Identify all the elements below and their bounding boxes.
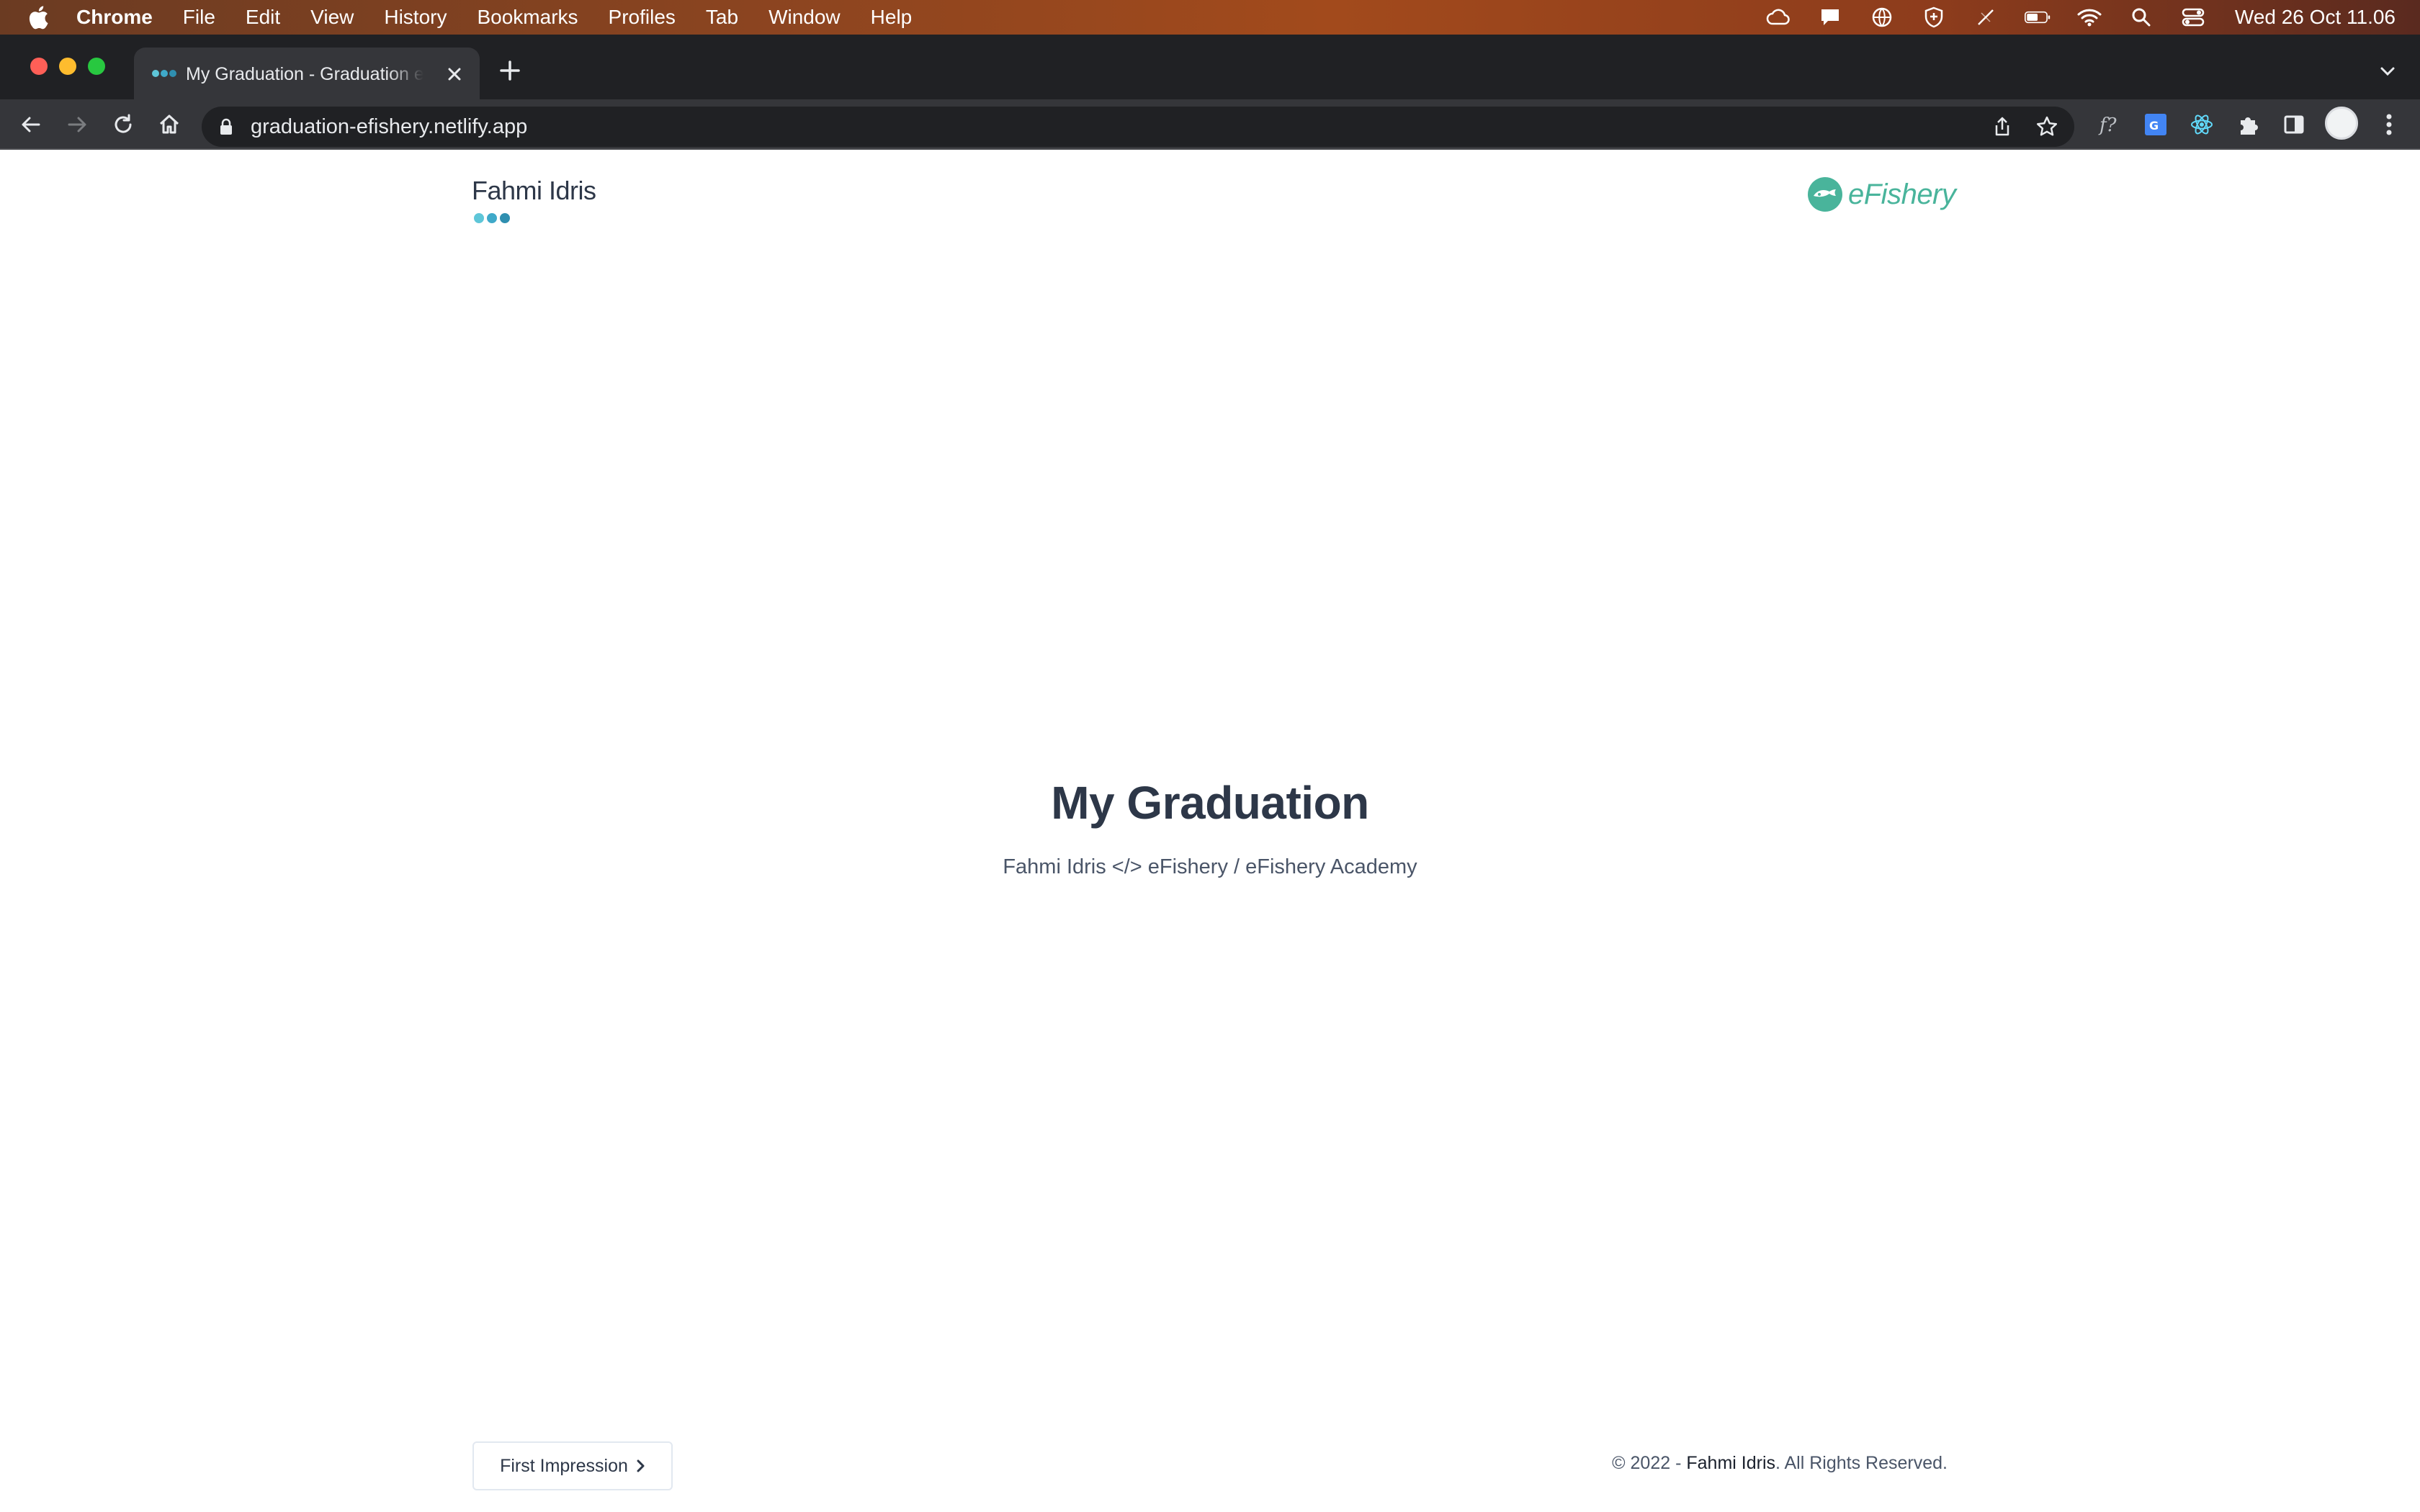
menu-app-name[interactable]: Chrome [76, 6, 153, 29]
lock-icon[interactable] [219, 118, 233, 135]
menu-bookmarks[interactable]: Bookmarks [477, 6, 578, 29]
apple-logo-icon[interactable] [27, 4, 49, 30]
spotlight-search-icon[interactable] [2128, 6, 2154, 28]
react-devtools-icon[interactable] [2187, 109, 2217, 140]
arrow-right-icon [68, 117, 86, 132]
menu-bar-status-area: Wed 26 Oct 11.06 [1739, 0, 2396, 35]
menu-edit[interactable]: Edit [246, 6, 280, 29]
menu-file[interactable]: File [183, 6, 215, 29]
site-favicon-icon [152, 70, 176, 77]
svg-text:G: G [2149, 119, 2159, 132]
first-impression-button[interactable]: First Impression [472, 1441, 673, 1490]
copyright-prefix: © 2022 - [1612, 1453, 1687, 1473]
tab-close-icon[interactable] [444, 63, 465, 85]
address-bar-url[interactable]: graduation-efishery.netlify.app [251, 107, 527, 147]
address-bar[interactable]: graduation-efishery.netlify.app [202, 107, 2074, 147]
home-button[interactable] [156, 111, 183, 138]
tab-title: My Graduation - Graduation eFishery [186, 64, 424, 84]
efishery-logo: eFishery [1806, 176, 1956, 213]
menu-tab[interactable]: Tab [706, 6, 738, 29]
share-icon[interactable] [1991, 115, 2014, 138]
window-close-button[interactable] [30, 58, 48, 75]
browser-tab-active[interactable]: My Graduation - Graduation eFishery [134, 48, 480, 99]
forward-button[interactable] [63, 111, 91, 138]
wifi-icon[interactable] [2076, 6, 2102, 28]
chevron-right-icon [637, 1459, 645, 1472]
efishery-fish-logo-icon [1808, 177, 1842, 212]
vpn-globe-icon[interactable] [1869, 6, 1895, 28]
creative-cloud-icon[interactable] [1765, 6, 1791, 28]
tab-search-chevron-down-icon[interactable] [2377, 60, 2398, 82]
bookmark-star-icon[interactable] [2035, 115, 2058, 138]
extensions-puzzle-icon[interactable] [2233, 109, 2263, 140]
first-impression-label: First Impression [500, 1455, 628, 1476]
copyright-notice: © 2022 - Fahmi Idris. All Rights Reserve… [1612, 1453, 1948, 1474]
back-button[interactable] [17, 111, 45, 138]
arrow-left-icon [22, 117, 40, 132]
more-menu-icon[interactable] [2377, 111, 2401, 138]
page-title: My Graduation [1051, 777, 1369, 829]
web-page: Fahmi Idris eFishery My Graduation Fahmi… [0, 150, 2420, 1512]
battery-icon[interactable] [2024, 6, 2051, 28]
menu-profiles[interactable]: Profiles [609, 6, 676, 29]
new-tab-plus-icon[interactable] [497, 58, 523, 84]
side-panel-icon[interactable] [2279, 109, 2309, 140]
shield-icon[interactable] [1921, 6, 1947, 28]
menu-bar-clock[interactable]: Wed 26 Oct 11.06 [2235, 6, 2396, 29]
brand-dots-icon [474, 213, 510, 223]
macos-menu-bar: Chrome File Edit View History Bookmarks … [0, 0, 2420, 35]
brand-name: Fahmi Idris [472, 176, 596, 205]
reload-icon [115, 114, 132, 133]
window-minimize-button[interactable] [59, 58, 76, 75]
font-identifier-icon[interactable]: f? [2094, 109, 2125, 140]
menu-window[interactable]: Window [768, 6, 841, 29]
menu-help[interactable]: Help [871, 6, 913, 29]
menu-history[interactable]: History [384, 6, 447, 29]
efishery-wordmark: eFishery [1848, 178, 1956, 210]
menu-view[interactable]: View [310, 6, 354, 29]
home-icon [159, 114, 179, 134]
page-subtitle: Fahmi Idris </> eFishery / eFishery Acad… [1003, 855, 1417, 878]
translate-icon[interactable]: G [2141, 109, 2171, 140]
profile-avatar[interactable] [2325, 107, 2358, 140]
notification-icon[interactable] [1817, 6, 1843, 28]
svg-text:f?: f? [2098, 114, 2118, 136]
sync-off-icon[interactable] [1973, 6, 1999, 28]
reload-button[interactable] [109, 111, 137, 138]
hero-section: My Graduation Fahmi Idris </> eFishery /… [0, 776, 2420, 879]
copyright-suffix: . All Rights Reserved. [1775, 1453, 1948, 1473]
window-zoom-button[interactable] [88, 58, 105, 75]
control-center-icon[interactable] [2180, 6, 2206, 28]
copyright-owner: Fahmi Idris [1686, 1453, 1775, 1473]
site-brand[interactable]: Fahmi Idris [472, 176, 596, 223]
app-menus: Chrome File Edit View History Bookmarks … [76, 0, 942, 35]
